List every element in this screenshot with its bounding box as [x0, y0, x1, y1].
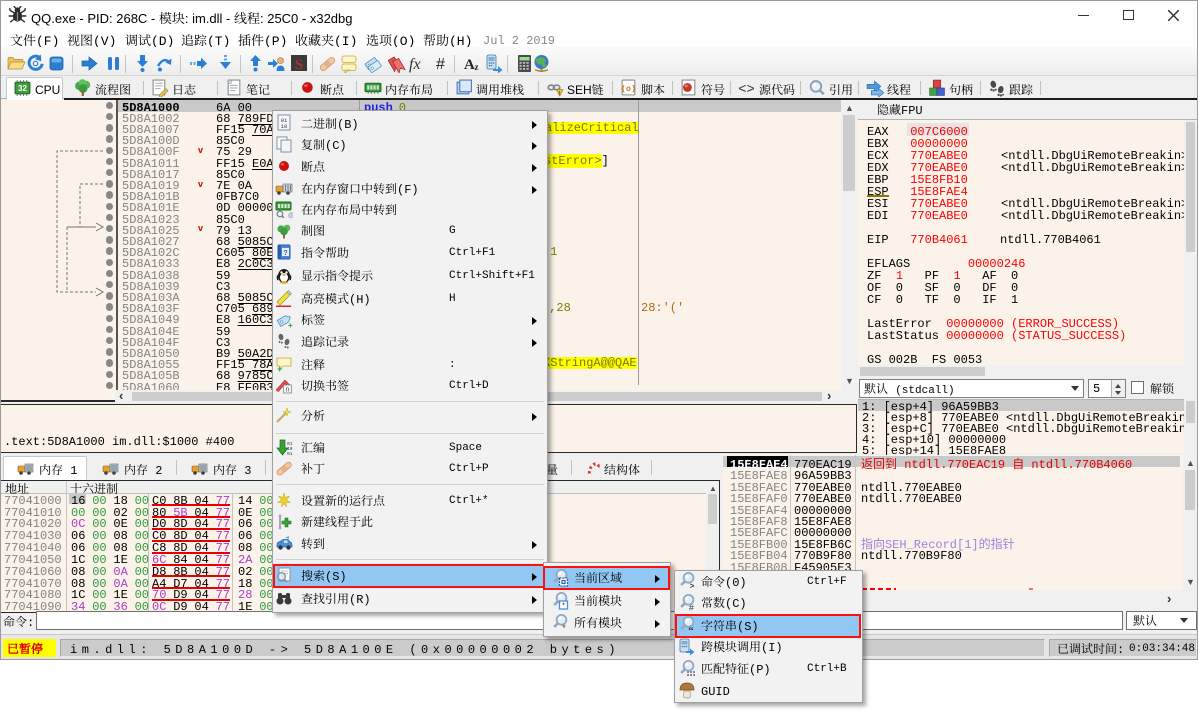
svg-text:#: #: [689, 604, 695, 613]
svg-text:<>: <>: [738, 83, 755, 97]
svg-text:01: 01: [287, 451, 293, 457]
svg-text:n: n: [285, 387, 289, 395]
svg-text:+: +: [277, 362, 282, 373]
svg-text:*: *: [562, 621, 566, 632]
svg-text:*: *: [562, 601, 565, 611]
svg-text:@: @: [288, 210, 293, 218]
svg-text:10: 10: [281, 123, 288, 130]
svg-text:!: !: [559, 89, 560, 97]
svg-text:A: A: [464, 57, 475, 73]
svg-text:S: S: [295, 57, 303, 73]
svg-text:>: >: [690, 583, 695, 591]
svg-text:fx: fx: [409, 56, 421, 73]
svg-text:(o): (o): [621, 84, 636, 94]
svg-text:+: +: [288, 320, 293, 329]
svg-text:?: ?: [283, 248, 287, 258]
svg-text:32: 32: [18, 84, 27, 93]
svg-text:z: z: [475, 62, 479, 72]
svg-text:#: #: [436, 56, 445, 73]
